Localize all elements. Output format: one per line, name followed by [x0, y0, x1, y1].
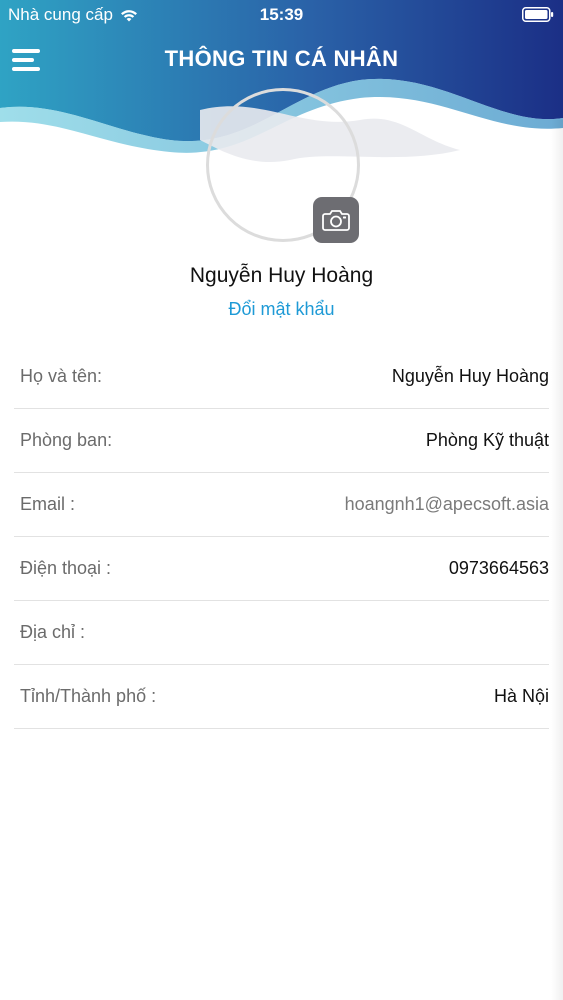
status-time: 15:39 [259, 5, 304, 24]
info-row-email: Email : hoangnh1@apecsoft.asia [14, 473, 549, 537]
info-value: hoangnh1@apecsoft.asia [344, 494, 549, 514]
profile-info-list: Họ và tên: Nguyễn Huy Hoàng Phòng ban: P… [14, 345, 549, 729]
change-password-link[interactable]: Đổi mật khẩu [0, 299, 563, 320]
info-value: Nguyễn Huy Hoàng [391, 366, 549, 386]
info-label: Email : [20, 494, 76, 514]
info-row-phone: Điện thoại : 0973664563 [14, 537, 549, 601]
camera-icon [322, 210, 350, 231]
info-row-address: Địa chỉ : [14, 601, 549, 665]
info-value: 0973664563 [448, 558, 549, 578]
info-row-city: Tỉnh/Thành phố : Hà Nội [14, 665, 549, 729]
page-title: THÔNG TIN CÁ NHÂN [164, 46, 399, 71]
edge-shadow [551, 120, 563, 1000]
hamburger-menu-icon [12, 49, 40, 71]
change-avatar-button[interactable] [313, 197, 359, 243]
battery-icon [522, 7, 554, 22]
info-value: Hà Nội [493, 686, 549, 706]
info-value: Phòng Kỹ thuật [425, 430, 549, 450]
info-label: Phòng ban: [20, 430, 113, 450]
info-label: Điện thoại : [20, 558, 112, 578]
status-bar: Nhà cung cấp 15:39 [0, 0, 563, 30]
info-row-department: Phòng ban: Phòng Kỹ thuật [14, 409, 549, 473]
info-label: Địa chỉ : [20, 622, 86, 642]
profile-name: Nguyễn Huy Hoàng [189, 264, 374, 287]
info-label: Họ và tên: [20, 366, 103, 386]
menu-button[interactable] [12, 47, 42, 73]
info-row-full-name: Họ và tên: Nguyễn Huy Hoàng [14, 345, 549, 409]
info-label: Tỉnh/Thành phố : [20, 686, 157, 706]
